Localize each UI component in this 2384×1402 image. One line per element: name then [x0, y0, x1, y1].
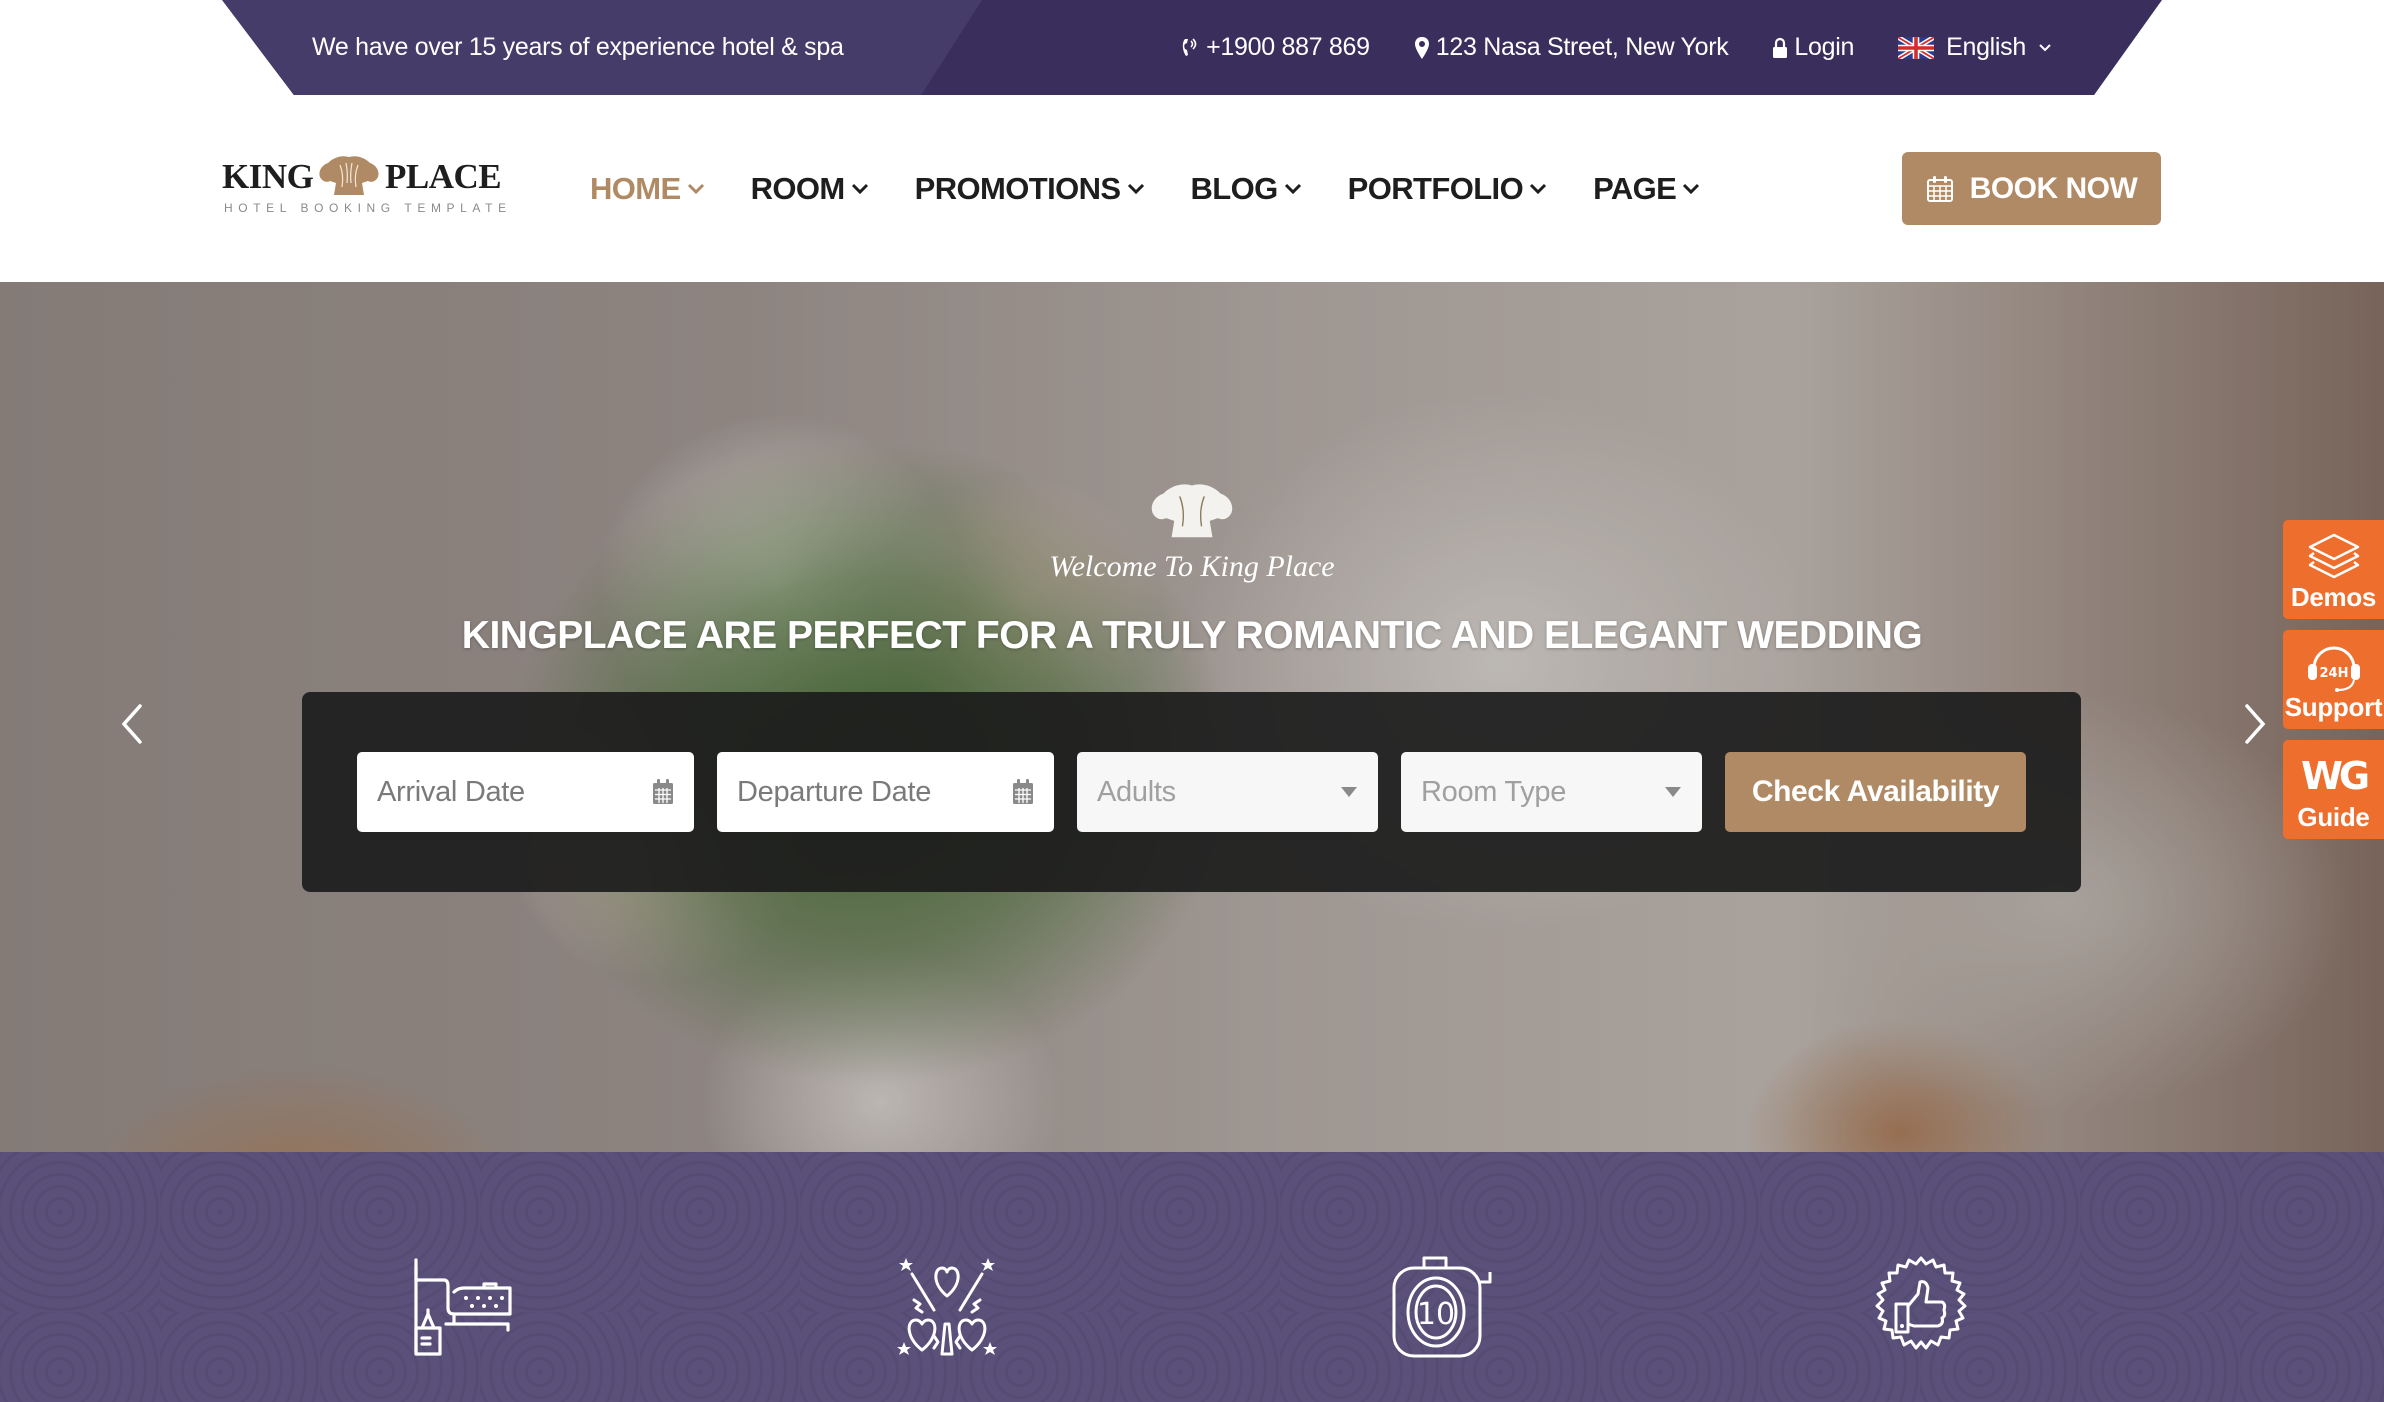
caret-down-icon	[1665, 787, 1681, 797]
nav-label: PAGE	[1593, 170, 1677, 206]
nav-label: BLOG	[1190, 170, 1279, 206]
lion-emblem-icon	[319, 156, 379, 195]
guide-widget[interactable]: WG Guide	[2283, 740, 2384, 839]
lion-emblem-icon	[1151, 484, 1233, 538]
hero-slider: Welcome To King Place KINGPLACE ARE PERF…	[0, 282, 2384, 1152]
adults-placeholder: Adults	[1097, 775, 1176, 808]
calendar-icon	[1926, 175, 1953, 202]
language-label: English	[1946, 33, 2026, 61]
arrival-date-field[interactable]: Arrival Date	[357, 752, 694, 832]
tagline: We have over 15 years of experience hote…	[312, 33, 844, 61]
chevron-down-icon	[1683, 183, 1700, 194]
adults-select[interactable]: Adults	[1077, 752, 1378, 832]
main-nav: HOME ROOM PROMOTIONS BLOG PORTFOLIO PAGE	[590, 95, 1746, 282]
logo-subtitle: HOTEL BOOKING TEMPLATE	[224, 201, 512, 215]
slider-prev-button[interactable]	[112, 694, 152, 754]
lock-icon	[1773, 37, 1788, 58]
main-header: KING PLACE HOTEL BOOKING TEMPLATE HOME R…	[0, 95, 2384, 282]
departure-date-field[interactable]: Departure Date	[717, 752, 1054, 832]
hero-title: KINGPLACE ARE PERFECT FOR A TRULY ROMANT…	[461, 614, 1923, 657]
tape-measure-10-icon: 10	[1392, 1256, 1492, 1358]
nav-label: PORTFOLIO	[1347, 170, 1524, 206]
map-pin-icon	[1414, 36, 1429, 59]
nav-label: ROOM	[750, 170, 846, 206]
guide-label: Guide	[2297, 802, 2370, 832]
top-bar-tagline-panel: We have over 15 years of experience hote…	[222, 0, 982, 95]
chevron-down-icon	[1284, 183, 1301, 194]
phone-link[interactable]: +1900 887 869	[1180, 33, 1370, 62]
login-link[interactable]: Login	[1772, 33, 1854, 62]
hero-welcome-text: Welcome To King Place	[1049, 550, 1335, 583]
chevron-left-icon	[121, 704, 142, 744]
book-now-label: BOOK NOW	[1969, 171, 2138, 205]
departure-date-placeholder: Departure Date	[737, 775, 932, 808]
nav-item-promotions[interactable]: PROMOTIONS	[915, 171, 1145, 207]
support-label: Support	[2284, 692, 2383, 722]
language-selector[interactable]: English	[1898, 33, 2052, 62]
room-type-select[interactable]: Room Type	[1401, 752, 1702, 832]
fireworks-hearts-icon	[897, 1258, 997, 1356]
room-type-placeholder: Room Type	[1421, 775, 1567, 808]
nav-item-portfolio[interactable]: PORTFOLIO	[1348, 171, 1547, 207]
nav-item-home[interactable]: HOME	[590, 171, 705, 207]
caret-down-icon	[1341, 787, 1357, 797]
address-link[interactable]: 123 Nasa Street, New York	[1414, 33, 1729, 62]
chevron-down-icon	[1127, 183, 1144, 194]
chevron-down-icon	[1530, 183, 1547, 194]
nav-item-blog[interactable]: BLOG	[1191, 171, 1302, 207]
chevron-right-icon	[2245, 704, 2266, 744]
slider-next-button[interactable]	[2235, 694, 2275, 754]
svg-text:10: 10	[1417, 1297, 1455, 1332]
nav-label: HOME	[590, 170, 681, 206]
logo-word-king: KING	[222, 157, 314, 196]
nav-item-room[interactable]: ROOM	[751, 171, 869, 207]
arrival-date-placeholder: Arrival Date	[377, 775, 525, 808]
calendar-icon	[1013, 779, 1033, 804]
chevron-down-icon	[2039, 43, 2051, 51]
address-text: 123 Nasa Street, New York	[1435, 33, 1729, 61]
book-now-button[interactable]: BOOK NOW	[1902, 152, 2161, 225]
demos-widget[interactable]: Demos	[2283, 520, 2384, 619]
nav-label: PROMOTIONS	[914, 170, 1121, 206]
chevron-down-icon	[687, 183, 704, 194]
top-bar: We have over 15 years of experience hote…	[222, 0, 2162, 95]
support-widget[interactable]: 24H Support	[2283, 630, 2384, 729]
layers-icon	[2308, 533, 2359, 579]
wg-logo-icon: WG	[2300, 754, 2370, 798]
svg-text:24H: 24H	[2319, 666, 2348, 681]
login-label: Login	[1794, 33, 1855, 61]
uk-flag-icon	[1898, 36, 1935, 59]
booking-form: Arrival Date Departure Date Adults Room …	[302, 692, 2081, 892]
phone-number: +1900 887 869	[1206, 33, 1370, 61]
features-section: 10	[0, 1152, 2384, 1402]
headset-24h-icon: 24H	[2307, 646, 2360, 692]
demos-label: Demos	[2290, 582, 2377, 612]
phone-icon	[1182, 37, 1197, 56]
thumbs-up-badge-icon	[1875, 1256, 1967, 1350]
chevron-down-icon	[851, 183, 868, 194]
calendar-icon	[653, 779, 673, 804]
top-bar-contact: +1900 887 869 123 Nasa Street, New York …	[1180, 0, 2052, 95]
logo-word-place: PLACE	[385, 157, 502, 196]
nav-item-page[interactable]: PAGE	[1593, 171, 1700, 207]
check-availability-button[interactable]: Check Availability	[1725, 752, 2026, 832]
bed-icon	[414, 1258, 512, 1356]
site-logo[interactable]: KING PLACE HOTEL BOOKING TEMPLATE	[222, 156, 506, 217]
